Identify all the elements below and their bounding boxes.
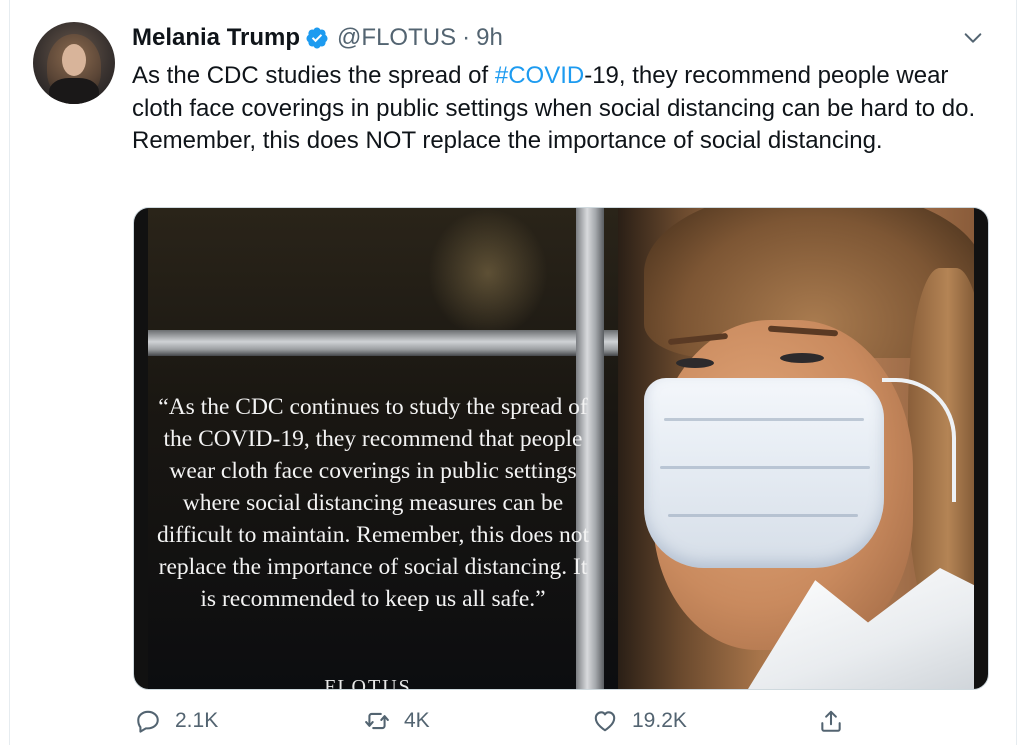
- media-image[interactable]: “As the CDC continues to study the sprea…: [133, 207, 989, 690]
- like-button[interactable]: 19.2K: [592, 703, 687, 739]
- author-name[interactable]: Melania Trump: [132, 24, 300, 52]
- tweet[interactable]: Melania Trump @FLOTUS · 9h As the CDC st…: [0, 0, 1024, 745]
- avatar[interactable]: [33, 22, 115, 104]
- reply-icon: [137, 710, 159, 733]
- chevron-down-icon[interactable]: [962, 27, 984, 49]
- image-quote-text: “As the CDC continues to study the sprea…: [157, 394, 589, 612]
- share-icon: [821, 710, 841, 732]
- hashtag-link[interactable]: #COVID: [495, 62, 584, 89]
- retweet-icon: [365, 712, 389, 730]
- like-count: 19.2K: [632, 709, 687, 732]
- timeline-border-left: [9, 0, 10, 745]
- retweet-count: 4K: [404, 709, 430, 732]
- image-signature: FLOTUS: [324, 676, 412, 689]
- author-handle[interactable]: @FLOTUS: [337, 24, 456, 52]
- timeline-border-right: [1016, 0, 1017, 745]
- reply-button[interactable]: 2.1K: [135, 703, 218, 739]
- separator-dot: ·: [462, 24, 471, 51]
- photo: “As the CDC continues to study the sprea…: [148, 208, 974, 689]
- tweet-text: As the CDC studies the spread of #COVID-…: [132, 60, 1002, 158]
- action-bar: 2.1K 4K 19.2K: [0, 703, 1024, 739]
- reply-count: 2.1K: [175, 709, 219, 732]
- tweet-text-start: As the CDC studies the spread of: [132, 62, 495, 89]
- verified-badge-icon: [306, 27, 328, 49]
- tweet-header: Melania Trump @FLOTUS · 9h: [132, 22, 503, 54]
- timestamp[interactable]: 9h: [476, 24, 503, 52]
- retweet-button[interactable]: 4K: [364, 703, 430, 739]
- share-button[interactable]: [818, 703, 858, 739]
- like-icon: [594, 711, 616, 732]
